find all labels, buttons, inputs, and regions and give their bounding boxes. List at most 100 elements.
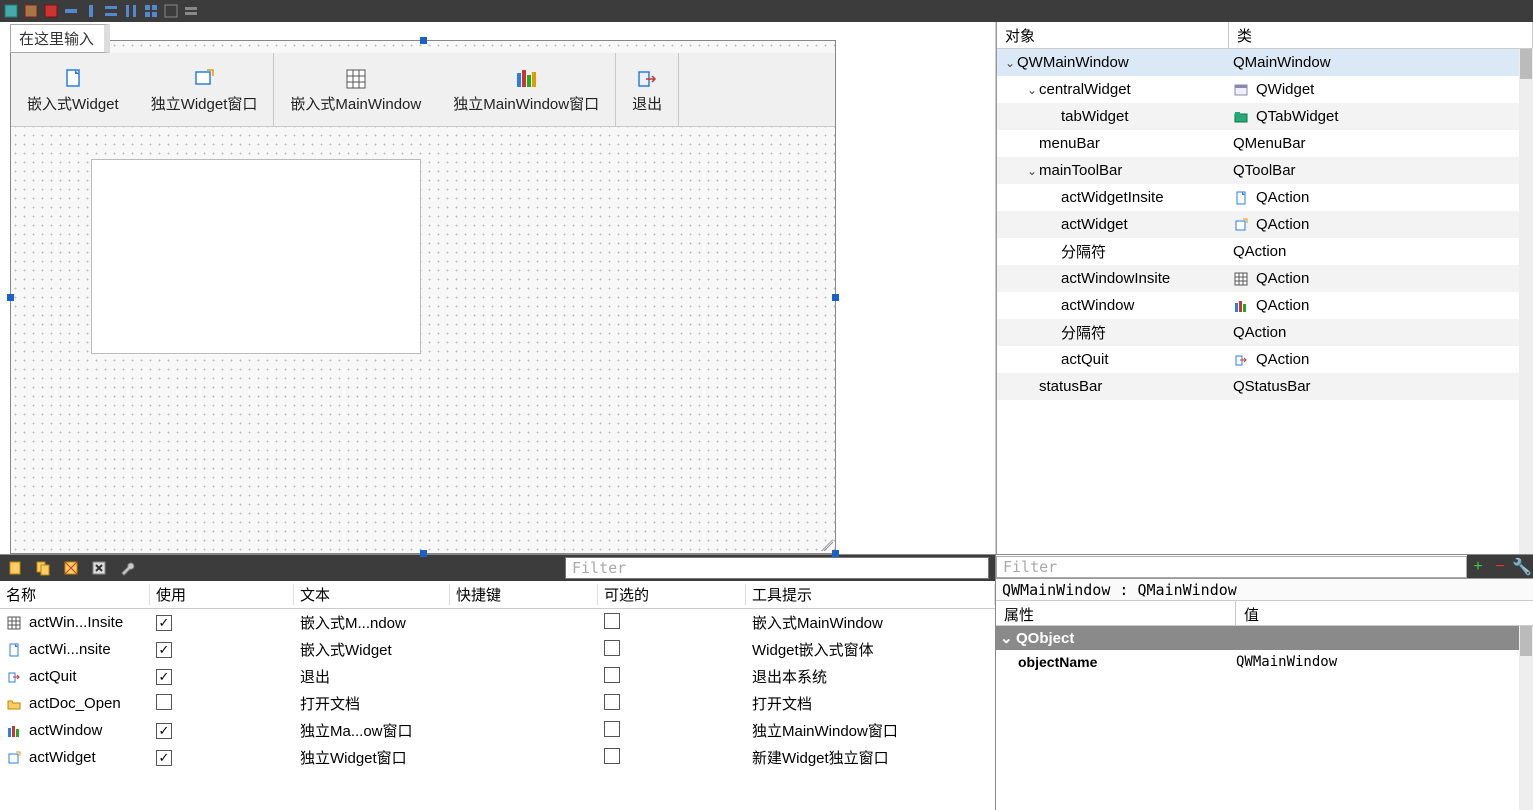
form-canvas[interactable]: 嵌入式Widget 独立Widget窗口 嵌入式MainWindow 独立Mai… [10, 40, 836, 554]
selection-handle[interactable] [7, 294, 14, 301]
toolbar-icon[interactable] [104, 4, 118, 18]
checkbox[interactable] [604, 640, 620, 656]
object-name: menuBar [1039, 135, 1100, 152]
checkbox[interactable]: ✓ [156, 642, 172, 658]
object-tree-row[interactable]: 分隔符QAction [997, 319, 1533, 346]
copy-action-icon[interactable] [34, 559, 52, 577]
header-checkable[interactable]: 可选的 [598, 584, 746, 605]
object-class: QToolBar [1233, 162, 1296, 179]
toolbar-item-label: 嵌入式MainWindow [290, 93, 421, 114]
object-tree-row[interactable]: ⌄mainToolBar QToolBar [997, 157, 1533, 184]
object-tree-row[interactable]: ⌄QWMainWindowQMainWindow [997, 49, 1533, 76]
toolbar-icon[interactable] [84, 4, 98, 18]
selection-handle[interactable] [420, 37, 427, 44]
config-icon[interactable]: 🔧 [1511, 555, 1533, 578]
action-editor-header: 名称 使用 文本 快捷键 可选的 工具提示 [0, 581, 995, 609]
checkbox[interactable]: ✓ [156, 669, 172, 685]
add-prop-icon[interactable]: + [1467, 555, 1489, 578]
object-tree-row[interactable]: menuBarQMenuBar [997, 130, 1533, 157]
object-tree-row[interactable]: statusBarQStatusBar [997, 373, 1533, 400]
object-name: mainToolBar [1039, 162, 1122, 179]
toolbar-icon[interactable] [24, 4, 38, 18]
remove-prop-icon[interactable]: − [1489, 555, 1511, 578]
toolbar-icon[interactable] [44, 4, 58, 18]
object-tree-row[interactable]: ⌄centralWidgetQWidget [997, 76, 1533, 103]
toolbar-icon[interactable] [124, 4, 138, 18]
tab-widget-preview[interactable] [91, 159, 421, 354]
selection-handle[interactable] [832, 550, 839, 557]
menu-type-here[interactable]: 在这里输入 [10, 24, 110, 53]
chevron-icon[interactable]: ⌄ [1025, 83, 1039, 97]
object-name: statusBar [1039, 378, 1102, 395]
object-tree-row[interactable]: actWindowQAction [997, 292, 1533, 319]
scrollbar[interactable] [1519, 49, 1533, 554]
action-name: actWidget [29, 749, 96, 766]
arrow-out-icon [1233, 352, 1249, 368]
columns-icon [512, 65, 540, 93]
header-name[interactable]: 名称 [0, 584, 150, 605]
header-text[interactable]: 文本 [294, 584, 450, 605]
object-tree-row[interactable]: actQuitQAction [997, 346, 1533, 373]
header-value[interactable]: 值 [1236, 601, 1533, 625]
property-filter-input[interactable] [996, 556, 1467, 578]
toolbar-item-mainwindow[interactable]: 独立MainWindow窗口 [437, 53, 615, 126]
object-tree-row[interactable]: actWindowInsiteQAction [997, 265, 1533, 292]
checkbox[interactable] [604, 721, 620, 737]
checkbox[interactable]: ✓ [156, 723, 172, 739]
property-row[interactable]: objectName QWMainWindow [996, 650, 1533, 674]
cut-action-icon[interactable] [62, 559, 80, 577]
header-used[interactable]: 使用 [150, 584, 294, 605]
checkbox[interactable] [604, 667, 620, 683]
new-window-icon [190, 65, 218, 93]
delete-action-icon[interactable] [90, 559, 108, 577]
checkbox[interactable]: ✓ [156, 750, 172, 766]
selection-handle[interactable] [420, 550, 427, 557]
toolbar-icon[interactable] [4, 4, 18, 18]
checkbox[interactable] [604, 613, 620, 629]
action-filter-input[interactable] [565, 557, 989, 579]
toolbar-item-mainwindow-insite[interactable]: 嵌入式MainWindow [274, 53, 437, 126]
new-window-icon [6, 750, 22, 766]
selection-handle[interactable] [832, 294, 839, 301]
header-tooltip[interactable]: 工具提示 [746, 584, 995, 605]
toolbar-item-widget[interactable]: 独立Widget窗口 [135, 53, 274, 126]
header-object[interactable]: 对象 [997, 22, 1229, 48]
toolbar-item-quit[interactable]: 退出 [616, 53, 678, 126]
main-toolbar-preview: 嵌入式Widget 独立Widget窗口 嵌入式MainWindow 独立Mai… [11, 53, 835, 127]
object-tree-row[interactable]: 分隔符QAction [997, 238, 1533, 265]
new-action-icon[interactable] [6, 559, 24, 577]
object-tree-row[interactable]: tabWidgetQTabWidget [997, 103, 1533, 130]
file-icon [6, 642, 22, 658]
action-row[interactable]: actWidget✓独立Widget窗口新建Widget独立窗口 [0, 744, 995, 771]
toolbar-icon[interactable] [64, 4, 78, 18]
checkbox[interactable]: ✓ [156, 615, 172, 631]
action-text: 独立Ma...ow窗口 [294, 720, 450, 741]
toolbar-icon[interactable] [164, 4, 178, 18]
header-shortcut[interactable]: 快捷键 [450, 584, 598, 605]
chevron-icon[interactable]: ⌄ [1003, 56, 1017, 70]
toolbar-icon[interactable] [184, 4, 198, 18]
action-row[interactable]: actQuit✓退出退出本系统 [0, 663, 995, 690]
header-prop[interactable]: 属性 [996, 601, 1236, 625]
header-class[interactable]: 类 [1229, 22, 1533, 48]
object-name: actWindowInsite [1061, 270, 1170, 287]
property-group[interactable]: ⌄ QObject [996, 626, 1533, 650]
scrollbar[interactable] [1519, 626, 1533, 810]
action-row[interactable]: actDoc_Open打开文档打开文档 [0, 690, 995, 717]
action-row[interactable]: actWin...Insite✓嵌入式M...ndow嵌入式MainWindow [0, 609, 995, 636]
form-icon [1233, 82, 1249, 98]
action-row[interactable]: actWindow✓独立Ma...ow窗口独立MainWindow窗口 [0, 717, 995, 744]
chevron-icon[interactable]: ⌄ [1025, 164, 1039, 178]
object-name: centralWidget [1039, 81, 1131, 98]
toolbar-item-widget-insite[interactable]: 嵌入式Widget [11, 53, 135, 126]
action-name: actWi...nsite [29, 641, 111, 658]
object-tree-row[interactable]: actWidgetInsiteQAction [997, 184, 1533, 211]
checkbox[interactable] [604, 694, 620, 710]
object-tree-row[interactable]: actWidgetQAction [997, 211, 1533, 238]
checkbox[interactable] [604, 748, 620, 764]
checkbox[interactable] [156, 694, 172, 710]
wrench-icon[interactable] [118, 559, 136, 577]
columns-icon [1233, 298, 1249, 314]
action-row[interactable]: actWi...nsite✓嵌入式WidgetWidget嵌入式窗体 [0, 636, 995, 663]
toolbar-icon[interactable] [144, 4, 158, 18]
